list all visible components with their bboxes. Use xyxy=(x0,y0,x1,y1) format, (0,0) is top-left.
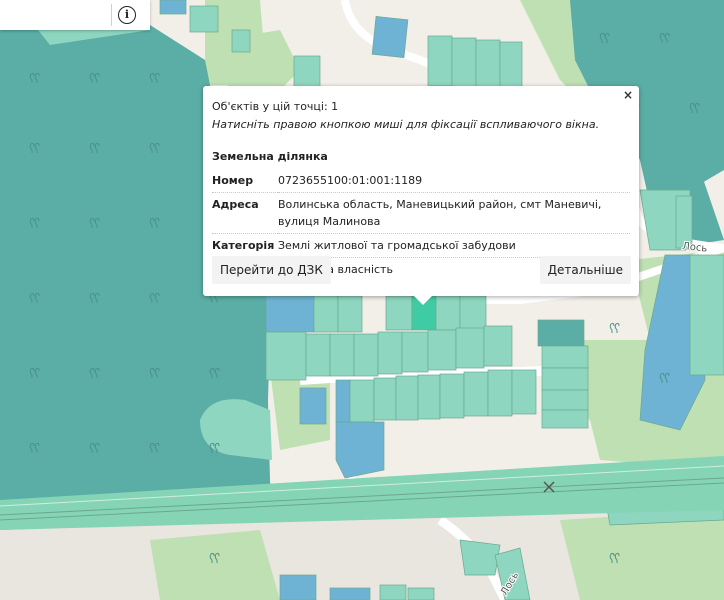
table-row: Адреса Волинська область, Маневицький ра… xyxy=(212,193,630,234)
map-toolbar: i xyxy=(0,0,150,30)
toolbar-divider xyxy=(111,4,112,26)
attr-value-category: Землі житлової та громадської забудови xyxy=(278,239,516,252)
pin-hint: Натисніть правою кнопкою миші для фіксац… xyxy=(212,118,600,131)
attr-key-address: Адреса xyxy=(212,198,259,211)
objects-count: Об'єктів у цій точці: 1 xyxy=(212,100,339,113)
section-title: Земельна ділянка xyxy=(212,150,328,163)
close-icon[interactable]: × xyxy=(623,89,633,101)
attr-key-category: Категорія xyxy=(212,239,275,252)
attr-key-number: Номер xyxy=(212,174,254,187)
popup-tip xyxy=(413,295,433,305)
table-row: Категорія Землі житлової та громадської … xyxy=(212,234,630,258)
go-to-dzk-button[interactable]: Перейти до ДЗК xyxy=(212,256,331,284)
attr-value-number: 0723655100:01:001:1189 xyxy=(278,174,423,187)
table-row: Номер 0723655100:01:001:1189 xyxy=(212,169,630,193)
popup-buttons: Перейти до ДЗК Детальніше xyxy=(212,256,631,284)
attr-value-address: Волинська область, Маневицький район, см… xyxy=(278,198,602,228)
feature-popup: × Об'єктів у цій точці: 1 Натисніть прав… xyxy=(203,86,639,305)
details-button[interactable]: Детальніше xyxy=(539,256,631,284)
info-icon[interactable]: i xyxy=(118,6,136,24)
